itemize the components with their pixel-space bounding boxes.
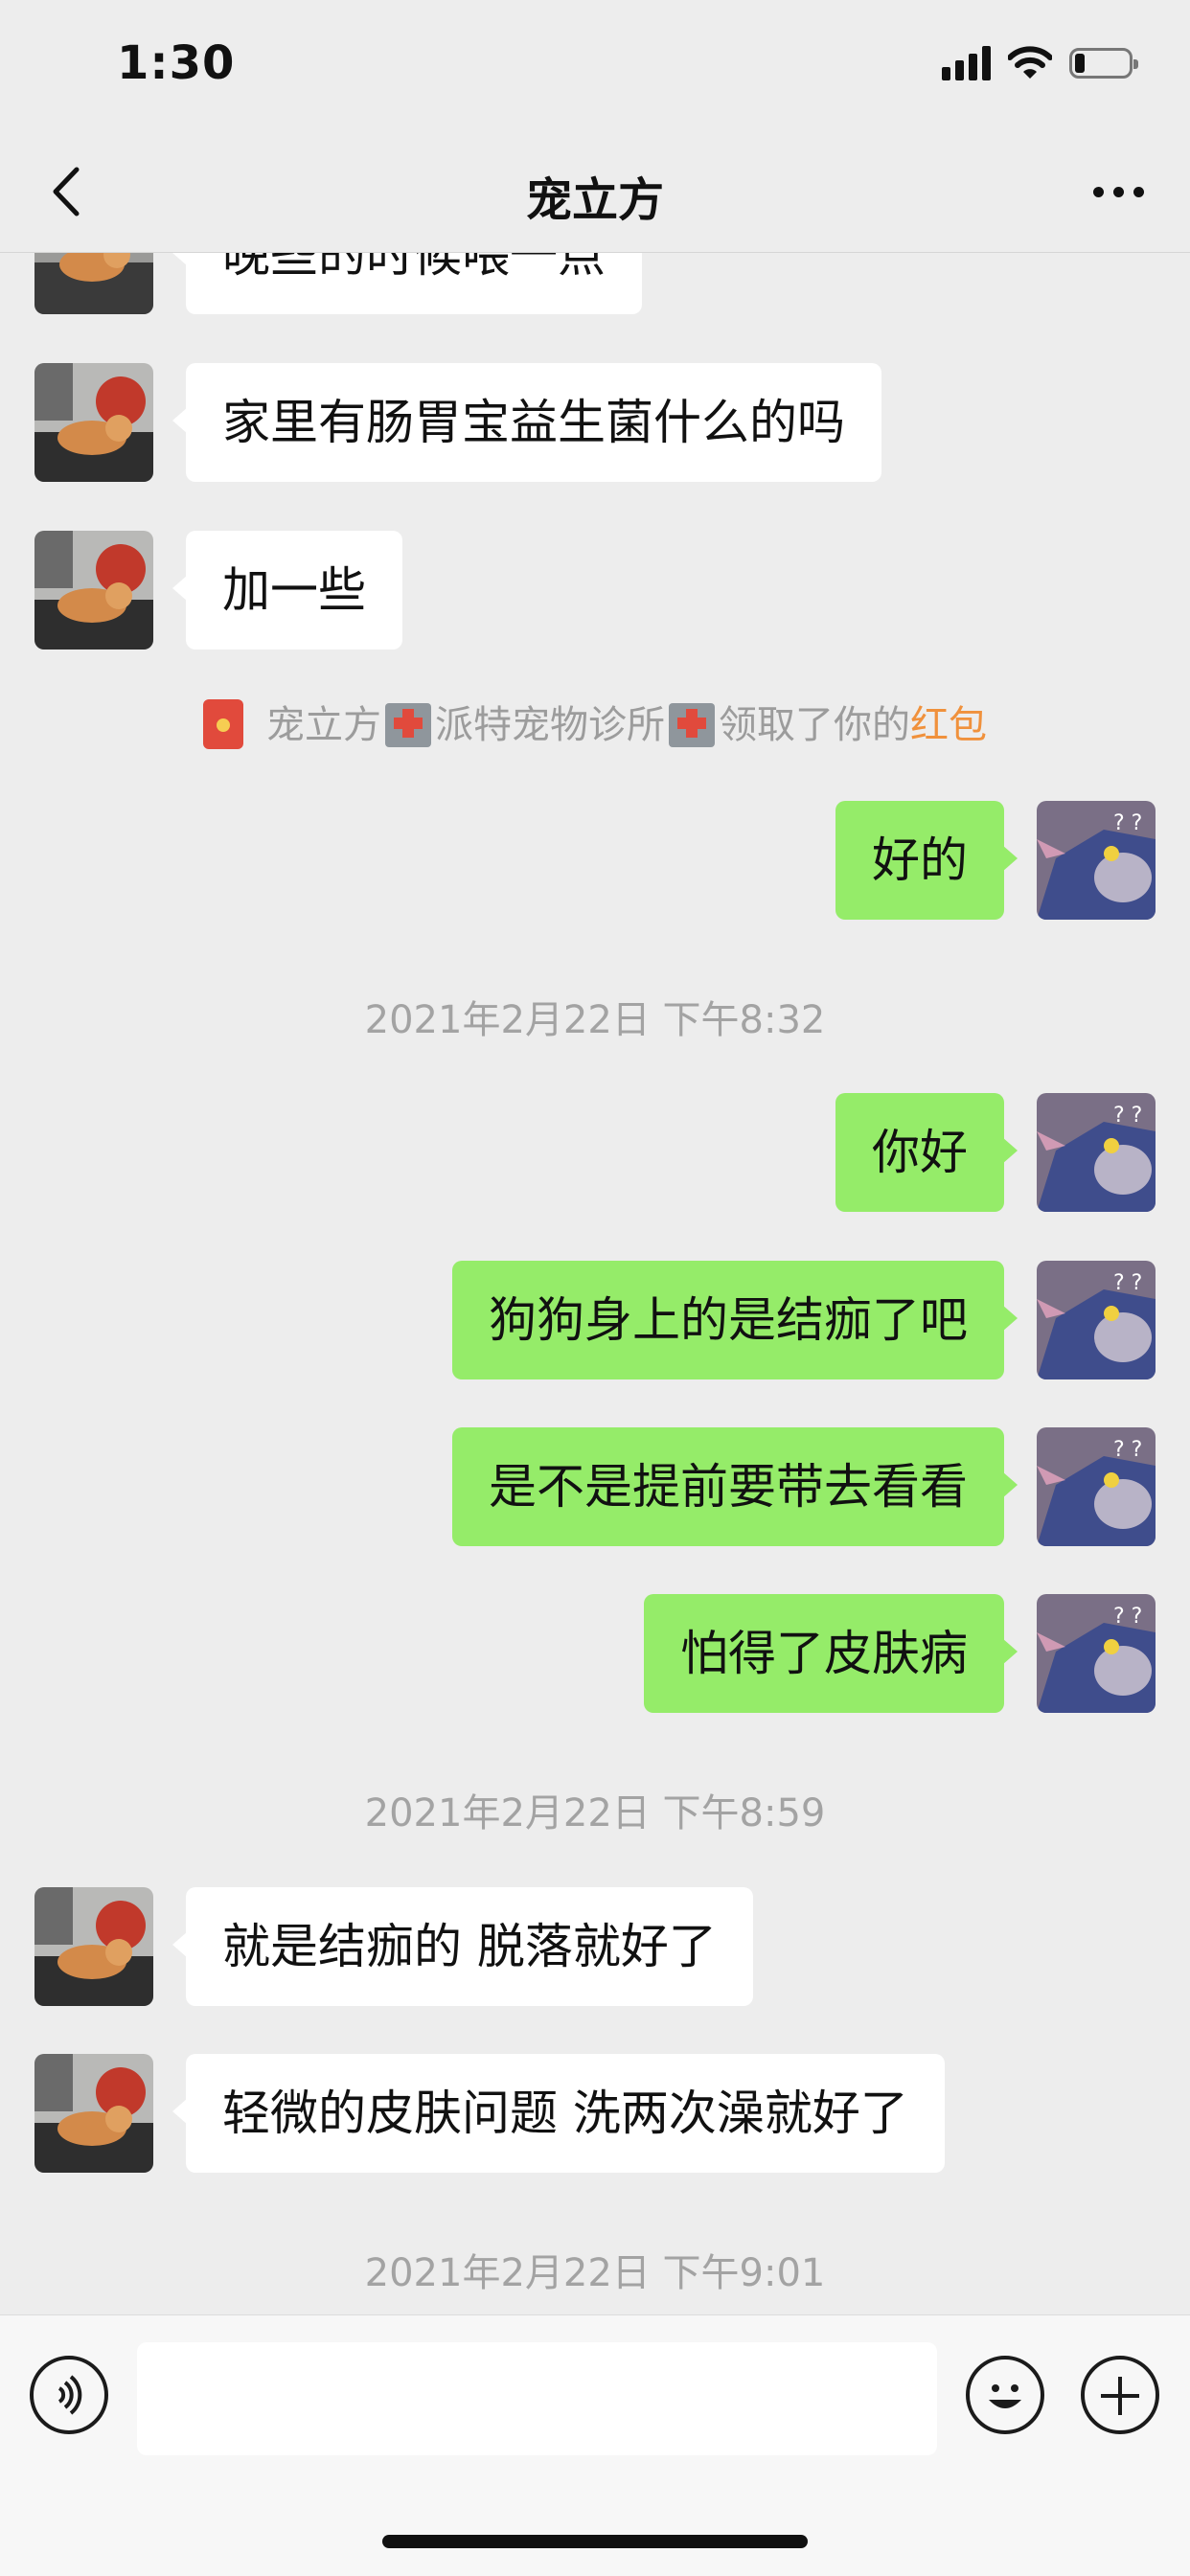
- message-row: ? ? 怕得了皮肤病: [0, 1594, 1190, 1713]
- hospital-icon: [385, 703, 431, 747]
- red-packet-icon: [203, 699, 243, 749]
- svg-text:? ?: ? ?: [1113, 1271, 1142, 1295]
- cellular-signal-icon: [942, 46, 991, 80]
- my-avatar[interactable]: ? ?: [1037, 1427, 1156, 1546]
- received-message[interactable]: 晚些的时候喂一点: [172, 253, 642, 314]
- svg-text:? ?: ? ?: [1113, 1605, 1142, 1629]
- plus-icon[interactable]: [1081, 2356, 1159, 2434]
- sent-message[interactable]: 你好: [835, 1093, 1018, 1212]
- received-message[interactable]: 就是结痂的 脱落就好了: [172, 1887, 753, 2006]
- emoji-icon[interactable]: [966, 2356, 1044, 2434]
- message-timestamp: 2021年2月22日 下午8:59: [364, 1791, 826, 1835]
- message-row: 轻微的皮肤问题 洗两次澡就好了: [0, 2054, 1190, 2173]
- sent-message[interactable]: 是不是提前要带去看看: [452, 1427, 1018, 1546]
- contact-avatar[interactable]: [34, 531, 153, 650]
- input-bar: [0, 2314, 1190, 2576]
- my-avatar[interactable]: ? ?: [1037, 1261, 1156, 1379]
- message-row: ? ? 好的: [0, 801, 1190, 920]
- sent-message[interactable]: 怕得了皮肤病: [644, 1594, 1018, 1713]
- voice-icon[interactable]: [30, 2356, 108, 2434]
- red-packet-link[interactable]: 红包: [910, 703, 987, 747]
- system-name: 派特宠物诊所: [435, 703, 665, 747]
- message-timestamp: 2021年2月22日 下午8:32: [364, 998, 826, 1042]
- status-time: 1:30: [117, 36, 236, 90]
- sent-message[interactable]: 狗狗身上的是结痂了吧: [452, 1261, 1018, 1379]
- system-text: 领取了你的: [719, 703, 910, 747]
- svg-text:? ?: ? ?: [1113, 1438, 1142, 1462]
- my-avatar[interactable]: ? ?: [1037, 801, 1156, 920]
- message-row: 家里有肠胃宝益生菌什么的吗: [0, 363, 1190, 482]
- sent-message[interactable]: 好的: [835, 801, 1018, 920]
- system-message: 宠立方 派特宠物诊所 领取了你的红包: [0, 694, 1190, 749]
- more-icon[interactable]: [1075, 158, 1161, 225]
- my-avatar[interactable]: ? ?: [1037, 1093, 1156, 1212]
- message-row: 加一些: [0, 531, 1190, 650]
- svg-text:? ?: ? ?: [1113, 811, 1142, 835]
- battery-icon: [1069, 48, 1138, 79]
- message-input[interactable]: [137, 2342, 937, 2455]
- contact-avatar[interactable]: [34, 1887, 153, 2006]
- status-icons: [942, 42, 1138, 84]
- wifi-icon: [1008, 46, 1052, 79]
- message-row: ? ? 你好: [0, 1093, 1190, 1212]
- nav-bar: 宠立方: [0, 129, 1190, 253]
- received-message[interactable]: 家里有肠胃宝益生菌什么的吗: [172, 363, 881, 482]
- received-message[interactable]: 加一些: [172, 531, 402, 650]
- message-timestamp: 2021年2月22日 下午9:01: [364, 2251, 826, 2295]
- hospital-icon: [669, 703, 715, 747]
- message-row: 就是结痂的 脱落就好了: [0, 1887, 1190, 2006]
- message-row: 晚些的时候喂一点: [0, 253, 1190, 314]
- contact-avatar[interactable]: [34, 363, 153, 482]
- contact-avatar[interactable]: [34, 2054, 153, 2173]
- chat-title: 宠立方: [525, 173, 664, 227]
- system-name: 宠立方: [266, 703, 381, 747]
- message-row: ? ? 狗狗身上的是结痂了吧: [0, 1261, 1190, 1379]
- chat-list[interactable]: 晚些的时候喂一点 家里有肠胃宝益生菌什么的吗 加一些 宠立方 派特宠物诊所 领取了你…: [0, 253, 1190, 2314]
- status-bar: 1:30: [0, 0, 1190, 129]
- message-row: ? ? 是不是提前要带去看看: [0, 1427, 1190, 1546]
- contact-avatar[interactable]: [34, 253, 153, 314]
- received-message[interactable]: 轻微的皮肤问题 洗两次澡就好了: [172, 2054, 945, 2173]
- svg-text:? ?: ? ?: [1113, 1104, 1142, 1128]
- my-avatar[interactable]: ? ?: [1037, 1594, 1156, 1713]
- home-indicator[interactable]: [382, 2535, 808, 2548]
